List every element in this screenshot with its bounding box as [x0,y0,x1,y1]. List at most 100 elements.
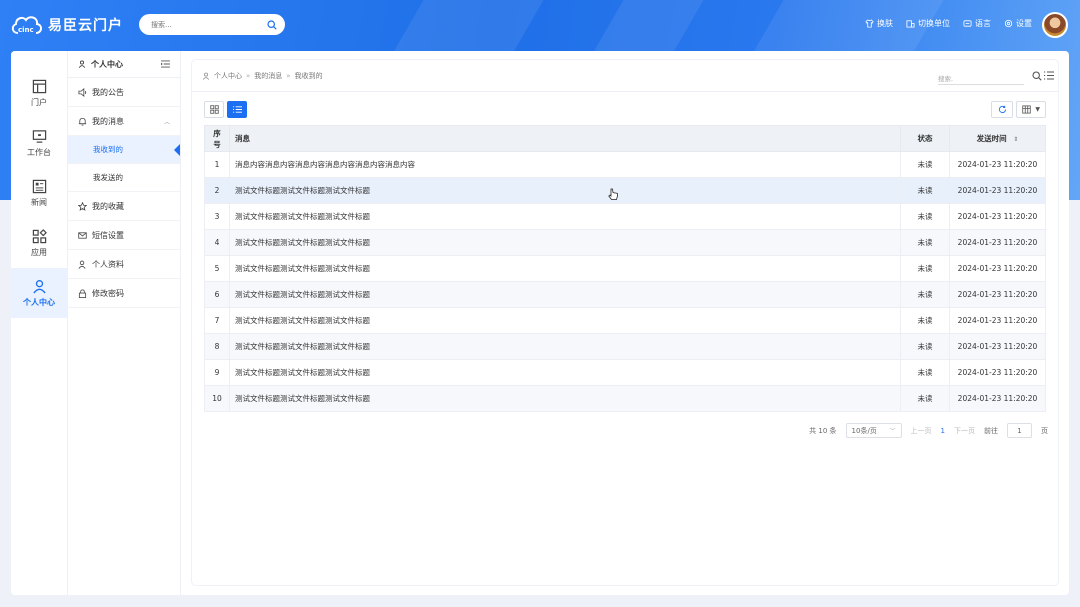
next-page-button[interactable]: 下一页 [954,426,975,436]
cell-send-time: 2024-01-23 11:20:20 [949,281,1046,308]
global-search[interactable] [139,14,285,35]
breadcrumb-item[interactable]: 我的消息 [254,71,282,81]
cell-index: 5 [204,255,230,282]
nav-label-personal-center: 个人中心 [23,297,55,307]
table-row[interactable]: 1 消息内容消息内容消息内容消息内容消息内容消息内容 未读 2024-01-23 11… [204,151,1046,178]
cell-status: 未读 [900,281,950,308]
gear-icon [1004,19,1013,28]
cell-index: 2 [204,177,230,204]
table-row[interactable]: 4 测试文件标题测试文件标题测试文件标题 未读 2024-01-23 11:20:20 [204,229,1046,256]
skin-button[interactable]: 换肤 [865,18,893,29]
table-row[interactable]: 7 测试文件标题测试文件标题测试文件标题 未读 2024-01-23 11:20:20 [204,307,1046,334]
cell-status: 未读 [900,333,950,360]
cell-index: 4 [204,229,230,256]
cell-send-time: 2024-01-23 11:20:20 [949,229,1046,256]
menu-label-my-favorites: 我的收藏 [92,201,124,211]
list-icon [232,106,242,113]
current-page[interactable]: 1 [941,427,945,435]
cell-send-time: 2024-01-23 11:20:20 [949,385,1046,412]
messages-table: 序号 消息 状态 发送时间 ⇕ 1 消息内容消息内容消息内容消息内容消息内容消息内… [204,125,1046,412]
monitor-icon [32,129,46,143]
refresh-button[interactable] [991,101,1014,118]
submenu-panel: 个人中心 我的公告 我的消息 ︿ 我收到的 我发送的 我的收藏 短信设置 个人资… [68,51,181,595]
main-panel: 门户 工作台 新闻 应用 个人中心 个人中心 我的公告 我的消息 ︿ 我收到的 … [11,51,1069,595]
settings-button[interactable]: 设置 [1004,18,1032,29]
breadcrumb-item: 我收到的 [294,71,323,80]
menu-item-sent[interactable]: 我发送的 [68,164,180,192]
cell-status: 未读 [900,359,950,386]
table-row[interactable]: 6 测试文件标题测试文件标题测试文件标题 未读 2024-01-23 11:20:20 [204,281,1046,308]
cell-index: 9 [204,359,230,386]
prev-page-button[interactable]: 上一页 [911,426,932,436]
goto-page-input[interactable]: 1 [1007,423,1032,438]
breadcrumb-item[interactable]: 个人中心 [214,71,242,81]
cell-message: 测试文件标题测试文件标题测试文件标题 [229,385,901,412]
content-search-input[interactable]: 搜索. [938,71,1024,85]
menu-item-my-favorites[interactable]: 我的收藏 [68,192,180,221]
list-menu-icon[interactable] [1044,71,1054,80]
collapse-menu-icon[interactable] [161,60,170,68]
settings-label: 设置 [1016,19,1032,28]
table-row[interactable]: 10 测试文件标题测试文件标题测试文件标题 未读 2024-01-23 11:20:2… [204,385,1046,412]
column-header-send-time[interactable]: 发送时间 ⇕ [949,125,1046,152]
cell-message: 测试文件标题测试文件标题测试文件标题 [229,177,901,204]
list-view-button[interactable] [227,101,247,118]
column-header-status: 状态 [900,125,950,152]
nav-item-news[interactable]: 新闻 [11,168,67,218]
search-icon[interactable] [267,19,277,30]
cell-message: 测试文件标题测试文件标题测试文件标题 [229,255,901,282]
cell-message: 测试文件标题测试文件标题测试文件标题 [229,307,901,334]
table-row[interactable]: 2 测试文件标题测试文件标题测试文件标题 未读 2024-01-23 11:20:20 [204,177,1046,204]
news-icon [32,179,46,193]
table-row[interactable]: 3 测试文件标题测试文件标题测试文件标题 未读 2024-01-23 11:20:20 [204,203,1046,230]
speaker-icon [78,87,87,97]
cell-index: 6 [204,281,230,308]
page-size-select[interactable]: 10条/页 ﹀ [845,423,902,438]
cell-status: 未读 [900,255,950,282]
menu-label-change-password: 修改密码 [92,288,124,298]
cell-status: 未读 [900,151,950,178]
table-tools: ▼ [991,101,1046,118]
switch-unit-label: 切换单位 [918,19,950,28]
global-search-input[interactable] [151,20,267,29]
nav-label-news: 新闻 [31,197,47,207]
column-settings-button[interactable]: ▼ [1016,101,1046,118]
caret-down-icon: ▼ [1035,106,1040,113]
table-row[interactable]: 9 测试文件标题测试文件标题测试文件标题 未读 2024-01-23 11:20:20 [204,359,1046,386]
submenu-header: 个人中心 [68,51,180,78]
switch-unit-button[interactable]: 切换单位 [906,18,950,29]
menu-item-profile[interactable]: 个人资料 [68,250,180,279]
menu-item-received[interactable]: 我收到的 [68,136,180,164]
chevron-up-icon[interactable]: ︿ [164,117,170,126]
nav-item-personal-center[interactable]: 个人中心 [11,268,67,318]
menu-item-change-password[interactable]: 修改密码 [68,279,180,308]
table-row[interactable]: 5 测试文件标题测试文件标题测试文件标题 未读 2024-01-23 11:20:20 [204,255,1046,282]
sort-icon[interactable]: ⇕ [1013,136,1018,143]
cell-send-time: 2024-01-23 11:20:20 [949,177,1046,204]
cell-message: 测试文件标题测试文件标题测试文件标题 [229,333,901,360]
table-row[interactable]: 8 测试文件标题测试文件标题测试文件标题 未读 2024-01-23 11:20:20 [204,333,1046,360]
menu-item-my-messages[interactable]: 我的消息 ︿ [68,107,180,136]
cell-index: 1 [204,151,230,178]
cell-index: 3 [204,203,230,230]
star-icon [78,201,87,211]
search-icon[interactable] [1032,71,1042,81]
send-time-label: 发送时间 [976,134,1007,143]
user-avatar[interactable] [1042,12,1068,38]
cell-send-time: 2024-01-23 11:20:20 [949,203,1046,230]
apps-icon [32,228,47,243]
goto-label: 前往 [984,426,998,435]
left-navigation: 门户 工作台 新闻 应用 个人中心 [11,51,68,595]
nav-item-portal[interactable]: 门户 [11,68,67,118]
app-title: 易臣云门户 [48,18,123,34]
refresh-icon [998,105,1006,114]
language-button[interactable]: 语言 [963,18,991,29]
app-logo[interactable]: cinc 易臣云门户 [10,13,123,37]
nav-item-apps[interactable]: 应用 [11,218,67,268]
submenu-title: 个人中心 [91,59,123,69]
menu-item-sms-settings[interactable]: 短信设置 [68,221,180,250]
nav-item-workbench[interactable]: 工作台 [11,118,67,168]
grid-view-button[interactable] [204,101,224,118]
menu-item-my-notice[interactable]: 我的公告 [68,78,180,107]
menu-label-profile: 个人资料 [92,259,124,269]
